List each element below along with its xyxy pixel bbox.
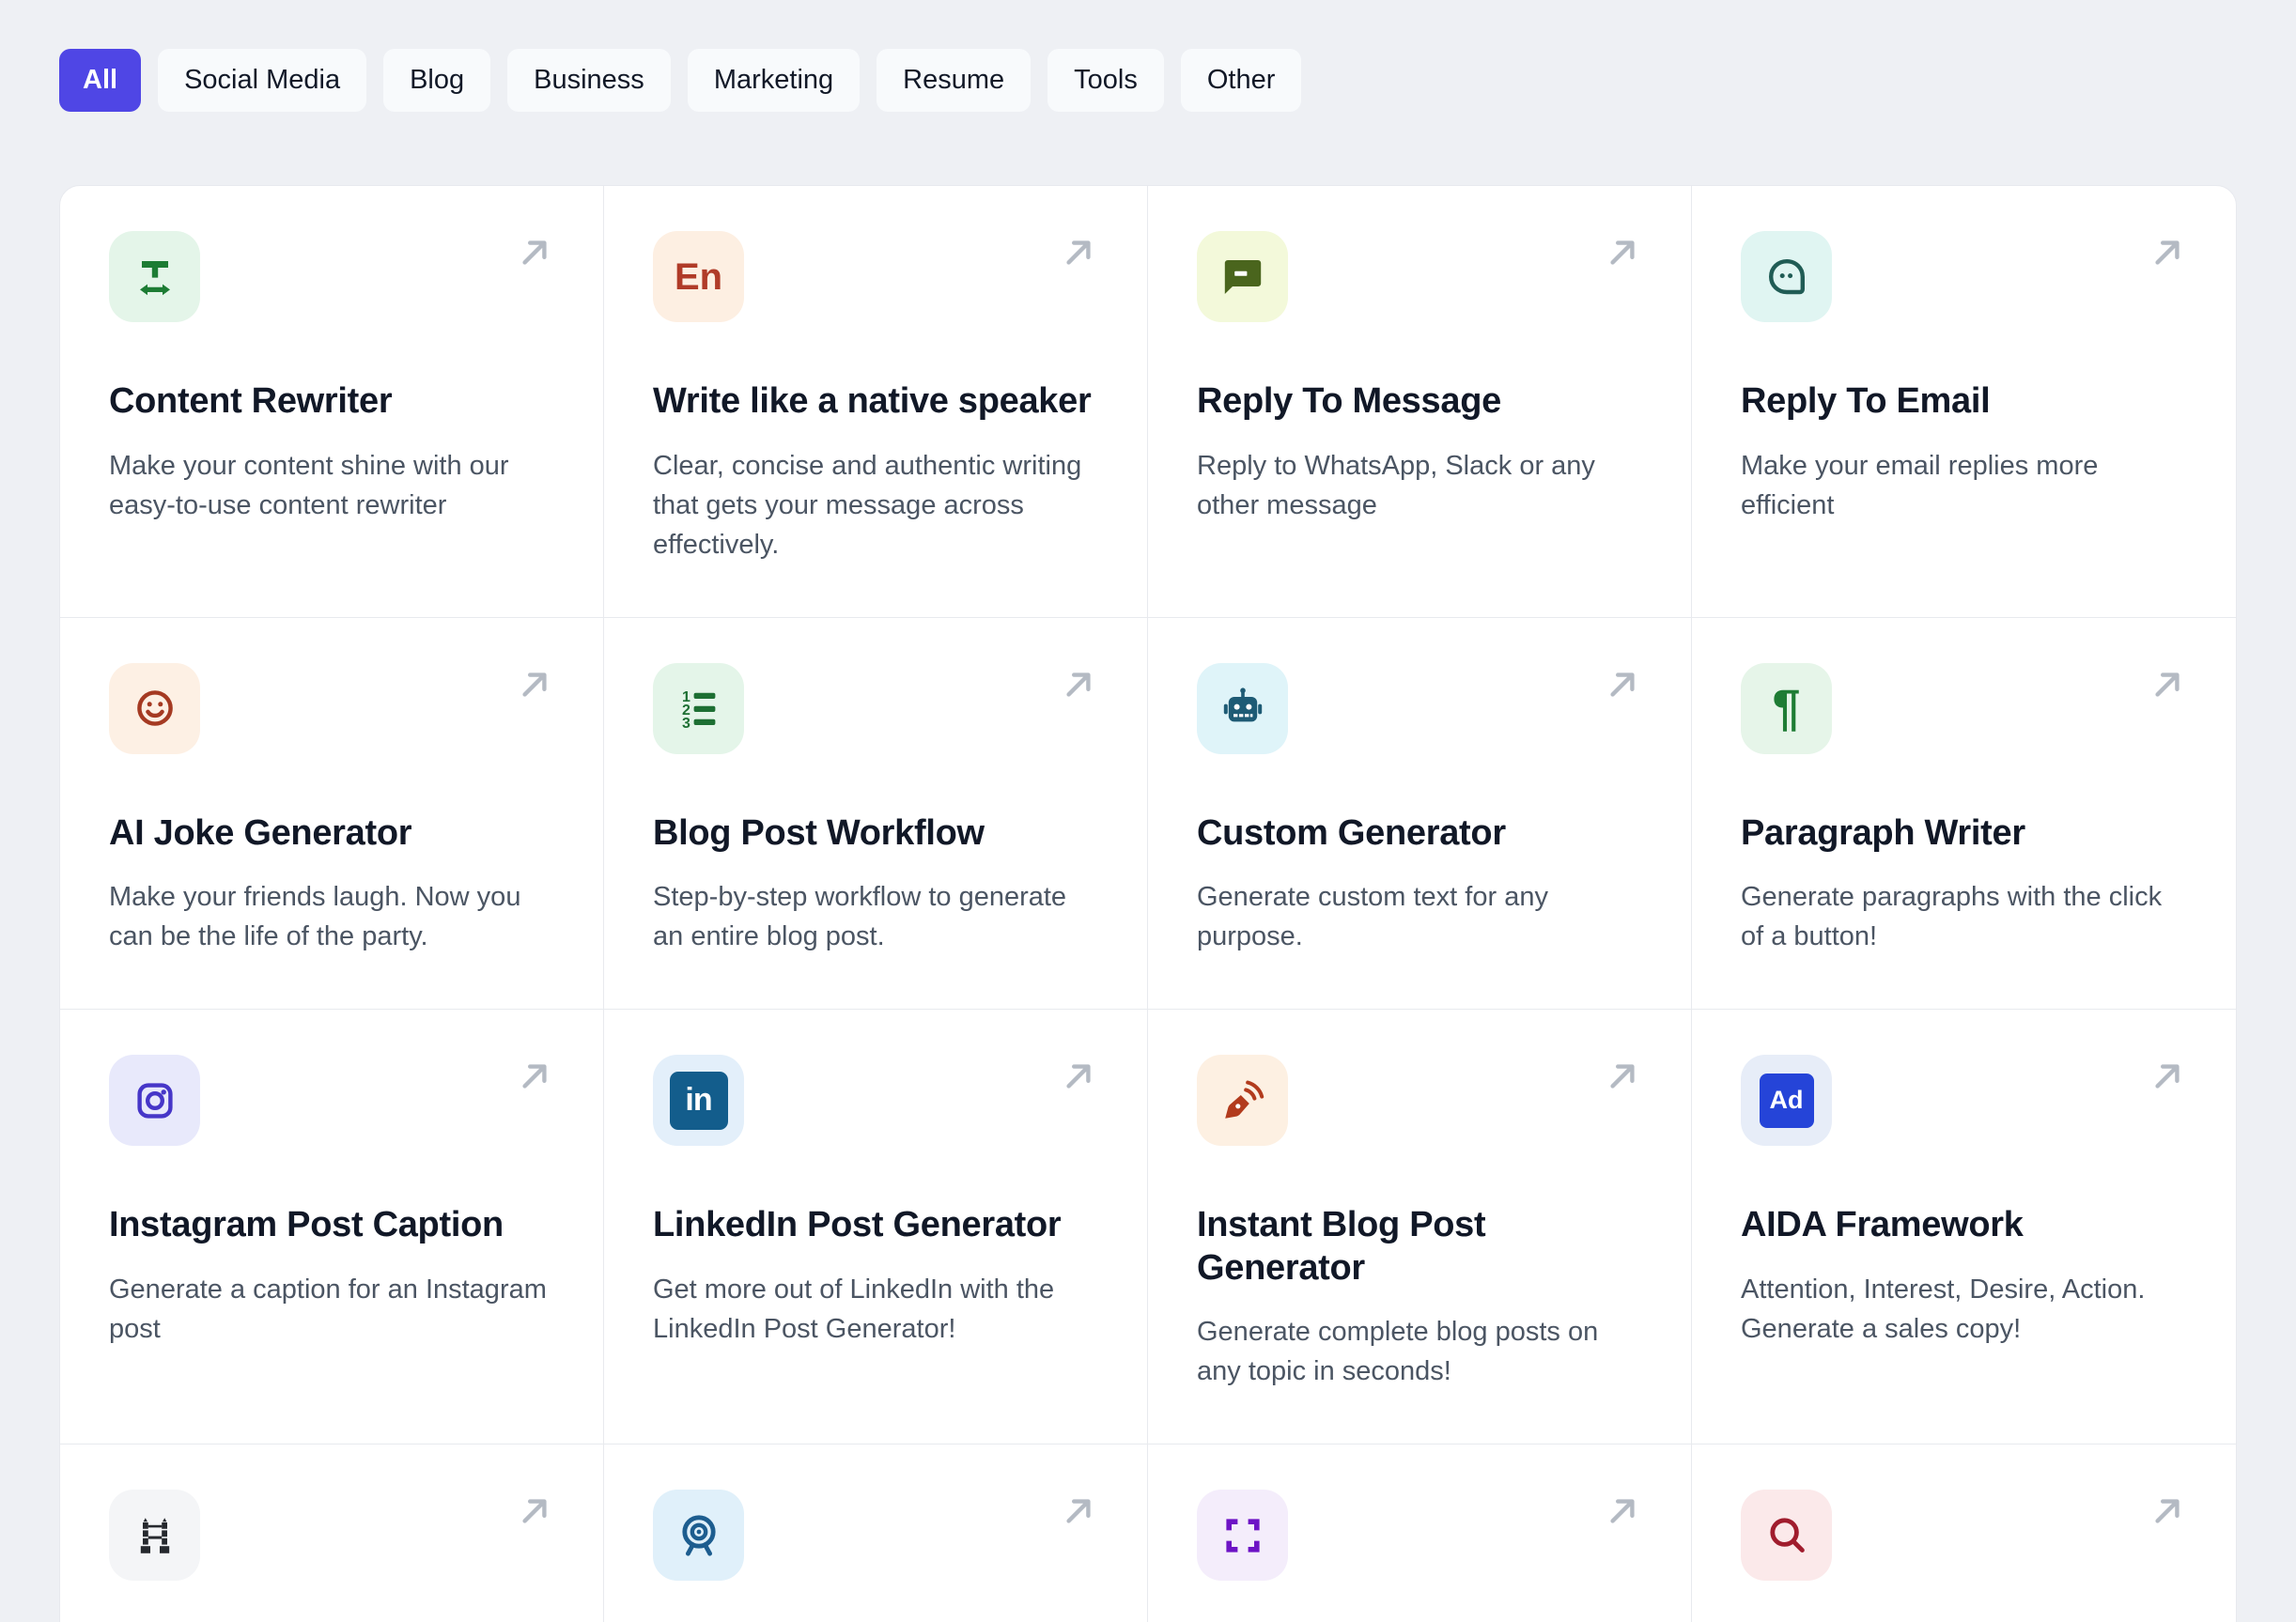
open-arrow-icon[interactable] <box>2144 229 2191 276</box>
chat-bubble-icon <box>1197 231 1288 322</box>
card-title: Reply To Email <box>1741 381 1991 421</box>
filter-pill-social-media[interactable]: Social Media <box>158 49 367 112</box>
card-sentence-expander[interactable]: Sentence Expander <box>1148 1444 1692 1622</box>
card-description: Attention, Interest, Desire, Action. Gen… <box>1741 1274 2146 1344</box>
open-arrow-icon[interactable] <box>511 1488 558 1535</box>
message-dots-icon <box>1741 231 1832 322</box>
card-description: Step-by-step workflow to generate an ent… <box>653 882 1067 952</box>
filter-pill-all[interactable]: All <box>59 49 142 112</box>
card-aida-framework[interactable]: Ad AIDA Framework Attention, Interest, D… <box>1692 1010 2236 1445</box>
pilcrow-icon: ¶ <box>1741 662 1832 754</box>
card-title: Reply To Message <box>1197 381 1501 421</box>
filter-pill-resume[interactable]: Resume <box>877 49 1032 112</box>
card-write-like-native-speaker[interactable]: En Write like a native speaker Clear, co… <box>604 186 1148 618</box>
category-filter-bar: All Social Media Blog Business Marketing… <box>59 49 2237 112</box>
card-title: Instagram Post Caption <box>109 1205 504 1245</box>
pen-signal-icon <box>1197 1055 1288 1147</box>
card-instagram-post-caption[interactable]: Instagram Post Caption Generate a captio… <box>60 1010 604 1445</box>
filter-pill-blog[interactable]: Blog <box>383 49 491 112</box>
card-title: Write like a native speaker <box>653 381 1092 421</box>
card-title: Paragraph Writer <box>1741 812 2025 853</box>
linkedin-logo: in <box>669 1071 728 1130</box>
smiley-icon <box>109 662 200 754</box>
english-language-icon: En <box>653 231 744 322</box>
filter-pill-other[interactable]: Other <box>1180 49 1302 112</box>
open-arrow-icon[interactable] <box>511 661 558 708</box>
ad-tile-icon: Ad <box>1741 1055 1832 1147</box>
card-description: Generate a caption for an Instagram post <box>109 1274 547 1344</box>
target-stand-icon <box>653 1490 744 1582</box>
card-description: Get more out of LinkedIn with the Linked… <box>653 1274 1055 1344</box>
template-card-grid: Content Rewriter Make your content shine… <box>59 185 2237 1622</box>
card-linkedin-post-generator[interactable]: in LinkedIn Post Generator Get more out … <box>604 1010 1148 1445</box>
card-content-rewriter[interactable]: Content Rewriter Make your content shine… <box>60 186 604 618</box>
open-arrow-icon[interactable] <box>1055 1488 1102 1535</box>
card-blog-post-workflow[interactable]: Blog Post Workflow Step-by-step workflow… <box>604 617 1148 1011</box>
icon-text: En <box>674 255 723 298</box>
open-arrow-icon[interactable] <box>2144 1488 2191 1535</box>
card-title: AI Joke Generator <box>109 812 412 853</box>
card-description: Clear, concise and authentic writing tha… <box>653 450 1082 560</box>
card-description: Make your content shine with our easy-to… <box>109 450 509 520</box>
card-description: Generate complete blog posts on any topi… <box>1197 1317 1599 1387</box>
open-arrow-icon[interactable] <box>2144 1053 2191 1100</box>
card-reply-to-message[interactable]: Reply To Message Reply to WhatsApp, Slac… <box>1148 186 1692 618</box>
open-arrow-icon[interactable] <box>1055 661 1102 708</box>
card-before-after-bridge[interactable]: Before-After-Bridge <box>60 1444 604 1622</box>
text-width-icon <box>109 231 200 322</box>
card-instant-blog-post-generator[interactable]: Instant Blog Post Generator Generate com… <box>1148 1010 1692 1445</box>
robot-icon <box>1197 662 1288 754</box>
card-paragraph-writer[interactable]: ¶ Paragraph Writer Generate paragraphs w… <box>1692 618 2236 1011</box>
card-description: Generate paragraphs with the click of a … <box>1741 882 2163 952</box>
card-title: Instant Blog Post Generator <box>1197 1205 1486 1288</box>
card-custom-generator[interactable]: Custom Generator Generate custom text fo… <box>1148 617 1692 1011</box>
ad-logo: Ad <box>1759 1073 1814 1128</box>
card-title: AIDA Framework <box>1741 1205 2024 1245</box>
open-arrow-icon[interactable] <box>511 1053 558 1100</box>
magnifier-icon <box>1741 1490 1832 1582</box>
open-arrow-icon[interactable] <box>1599 1488 1646 1535</box>
card-title: Custom Generator <box>1197 812 1506 853</box>
card-ai-joke-generator[interactable]: AI Joke Generator Make your friends laug… <box>60 617 604 1011</box>
card-content-summarizer[interactable]: Content Summarizer <box>1692 1444 2236 1622</box>
expand-corners-icon <box>1197 1490 1288 1582</box>
card-pas-framework[interactable]: PAS Framework <box>604 1444 1148 1622</box>
tower-bridge-icon <box>109 1490 200 1582</box>
open-arrow-icon[interactable] <box>511 229 558 276</box>
card-description: Generate custom text for any purpose. <box>1197 882 1548 952</box>
filter-pill-tools[interactable]: Tools <box>1047 49 1164 112</box>
card-title: Blog Post Workflow <box>653 812 985 853</box>
open-arrow-icon[interactable] <box>1599 229 1646 276</box>
open-arrow-icon[interactable] <box>1055 229 1102 276</box>
filter-pill-business[interactable]: Business <box>507 49 671 112</box>
card-description: Make your email replies more efficient <box>1741 450 2099 520</box>
card-description: Make your friends laugh. Now you can be … <box>109 882 521 952</box>
icon-text: ¶ <box>1772 680 1801 737</box>
numbered-list-icon <box>653 662 744 754</box>
card-description: Reply to WhatsApp, Slack or any other me… <box>1197 450 1595 520</box>
open-arrow-icon[interactable] <box>1055 1053 1102 1100</box>
linkedin-icon: in <box>653 1055 744 1147</box>
open-arrow-icon[interactable] <box>2144 661 2191 708</box>
card-title: LinkedIn Post Generator <box>653 1205 1062 1245</box>
card-title: Content Rewriter <box>109 381 393 421</box>
filter-pill-marketing[interactable]: Marketing <box>687 49 861 112</box>
open-arrow-icon[interactable] <box>1599 661 1646 708</box>
open-arrow-icon[interactable] <box>1599 1053 1646 1100</box>
instagram-icon <box>109 1055 200 1147</box>
card-reply-to-email[interactable]: Reply To Email Make your email replies m… <box>1692 186 2236 618</box>
